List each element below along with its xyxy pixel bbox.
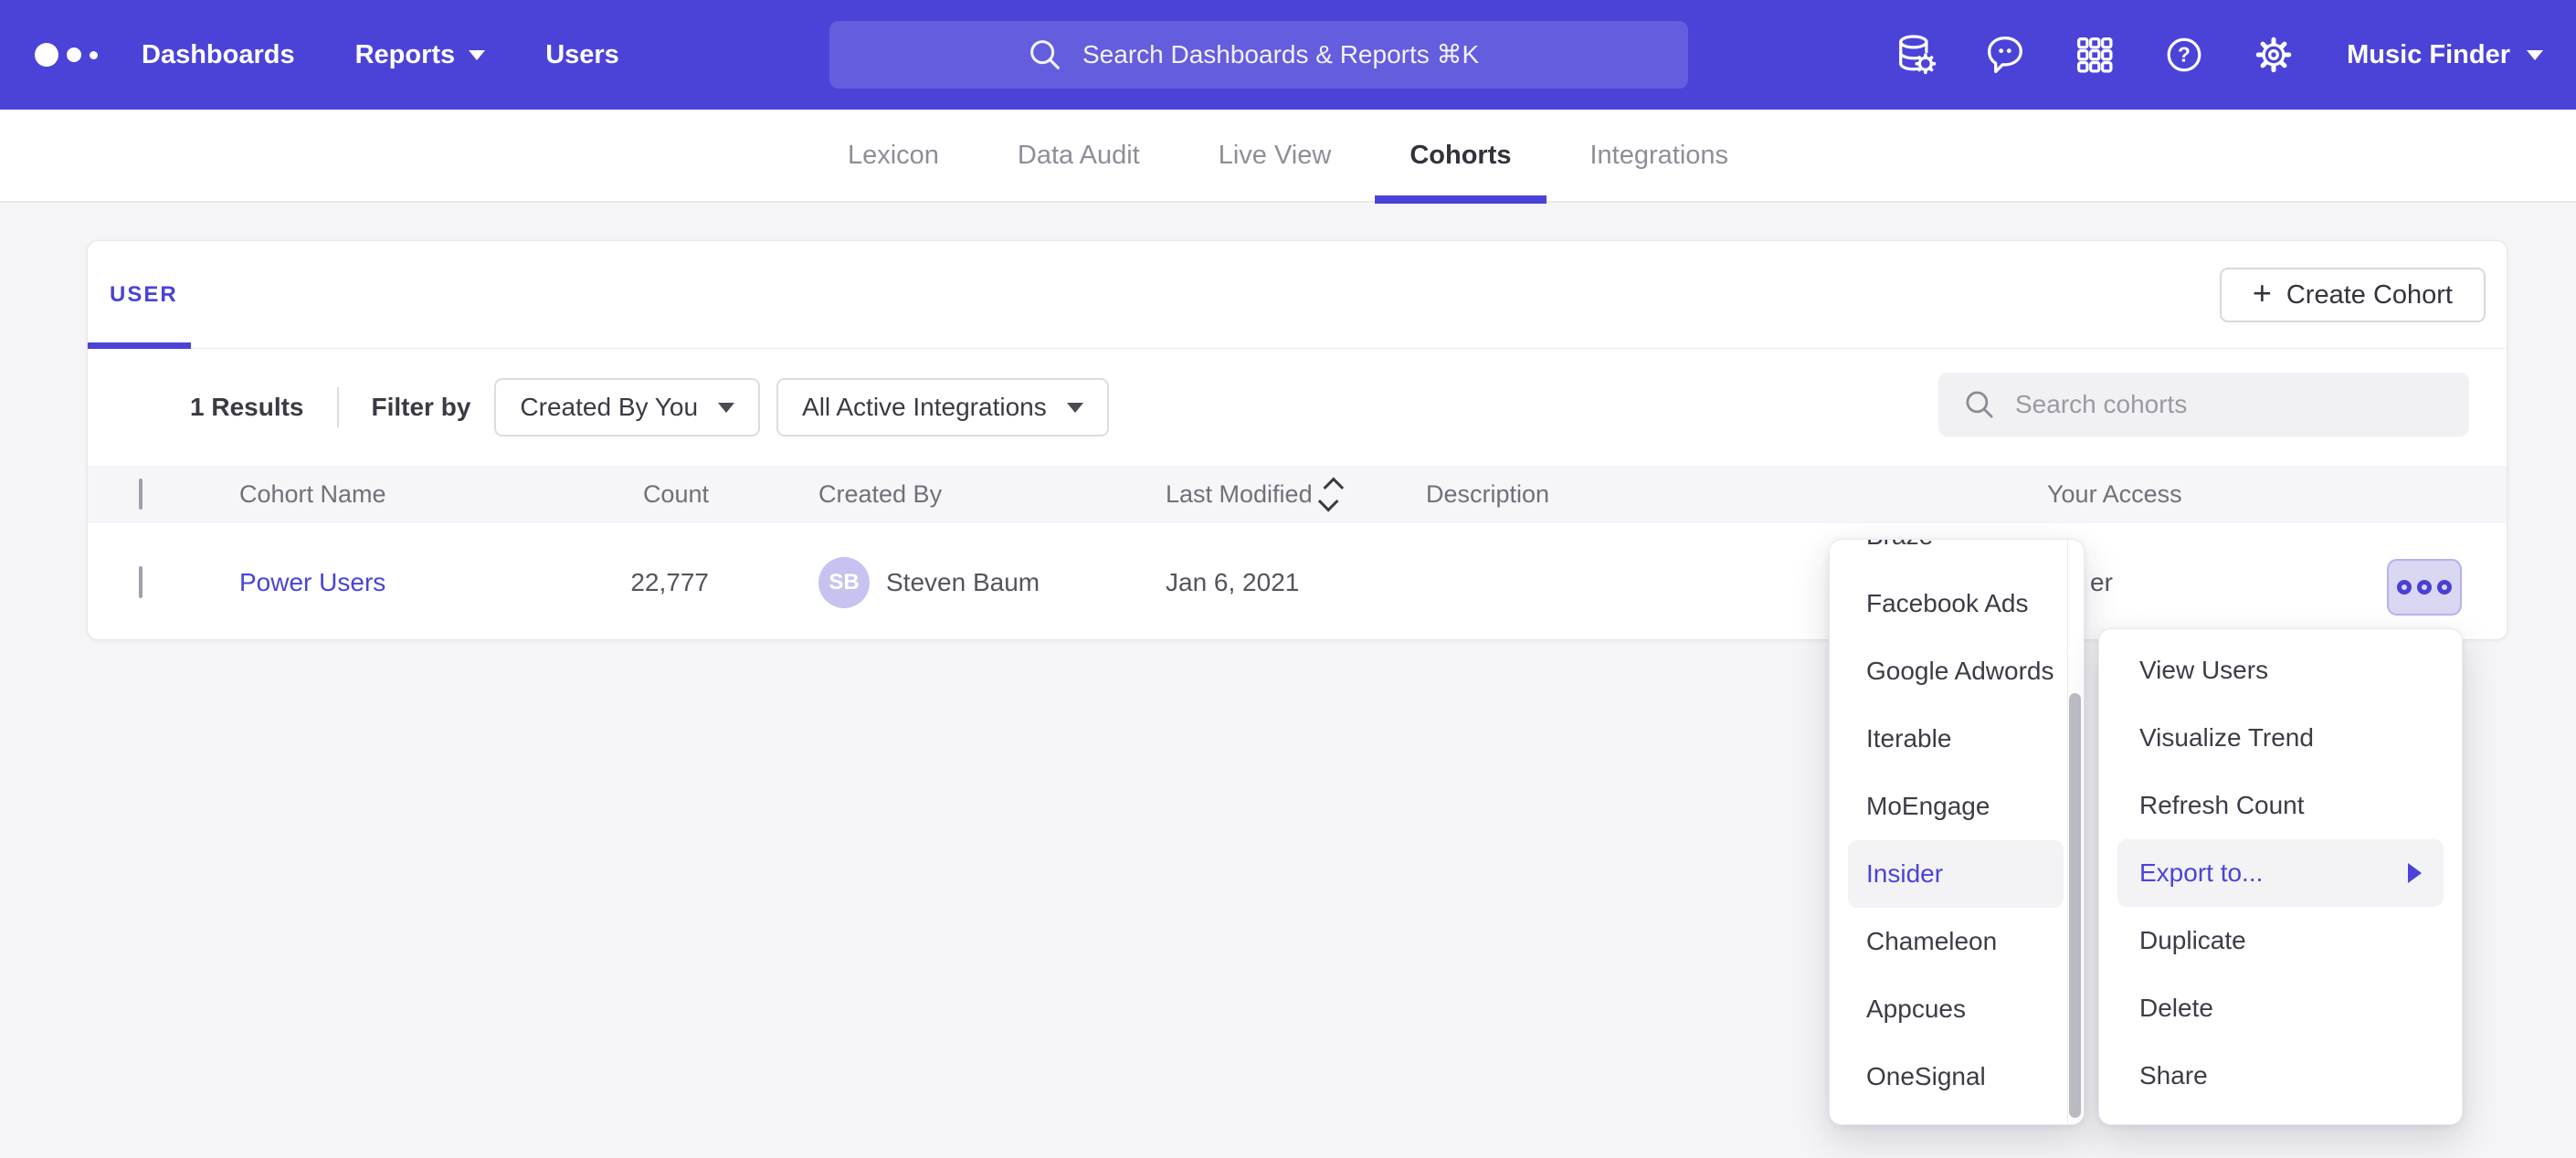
- scrollbar-thumb[interactable]: [2069, 693, 2081, 1118]
- data-settings-icon: [1892, 31, 1939, 79]
- column-header-last-modified[interactable]: Last Modified: [1166, 478, 1426, 511]
- menu-item-facebook-ads[interactable]: Facebook Ads: [1830, 570, 2084, 637]
- created-by-cell: SB Steven Baum: [818, 557, 1166, 608]
- subnav-tabs: Lexicon Data Audit Live View Cohorts Int…: [813, 109, 1763, 202]
- menu-item-braze[interactable]: Braze: [1830, 539, 2084, 570]
- filter-by-label: Filter by: [372, 393, 471, 422]
- table-header-row: Cohort Name Count Created By Last Modifi…: [88, 466, 2507, 523]
- menu-item-duplicate[interactable]: Duplicate: [2099, 907, 2462, 974]
- global-search-input[interactable]: [1082, 40, 1494, 69]
- tab-integrations[interactable]: Integrations: [1556, 109, 1764, 202]
- table-row: Power Users 22,777 SB Steven Baum Jan 6,…: [88, 523, 2507, 640]
- chevron-down-icon: [469, 50, 485, 60]
- row-actions-cell: [2266, 523, 2507, 640]
- cohort-name-link[interactable]: Power Users: [239, 568, 385, 596]
- tab-live-view[interactable]: Live View: [1184, 109, 1367, 202]
- active-tab-underline: [1375, 195, 1546, 204]
- sort-icon: [1324, 478, 1338, 511]
- more-dot-icon: [2397, 580, 2412, 595]
- filter-integrations-dropdown[interactable]: All Active Integrations: [776, 378, 1109, 437]
- menu-item-chameleon[interactable]: Chameleon: [1830, 908, 2084, 975]
- more-dot-icon: [2437, 580, 2452, 595]
- chevron-down-icon: [1067, 403, 1083, 413]
- filter-toolbar: 1 Results Filter by Created By You All A…: [88, 349, 2507, 466]
- divider: [337, 387, 339, 427]
- search-icon: [1024, 34, 1066, 76]
- plus-icon: +: [2253, 277, 2272, 310]
- feedback-button[interactable]: [1981, 31, 2029, 79]
- menu-item-appcues[interactable]: Appcues: [1830, 975, 2084, 1043]
- search-icon: [1960, 385, 1999, 424]
- project-name: Music Finder: [2347, 40, 2510, 70]
- chevron-down-icon: [2527, 50, 2543, 60]
- menu-item-export-to[interactable]: Export to...: [2117, 839, 2444, 907]
- menu-item-refresh-count[interactable]: Refresh Count: [2099, 772, 2462, 839]
- settings-button[interactable]: [2250, 31, 2297, 79]
- help-icon: ?: [2160, 31, 2208, 79]
- column-header-count: Count: [605, 480, 818, 509]
- cohort-count: 22,777: [605, 568, 818, 597]
- secondary-navbar: Lexicon Data Audit Live View Cohorts Int…: [0, 110, 2576, 203]
- column-header-cohort-name: Cohort Name: [239, 480, 605, 509]
- topnav-links: Dashboards Reports Users: [142, 40, 619, 70]
- created-by-name: Steven Baum: [886, 568, 1040, 597]
- nav-item-reports[interactable]: Reports: [355, 40, 486, 70]
- cohort-type-tab-row: USER + Create Cohort: [88, 241, 2507, 349]
- nav-item-dashboards[interactable]: Dashboards: [142, 40, 295, 70]
- cohort-search-input[interactable]: [2015, 390, 2447, 419]
- more-dot-icon: [2417, 580, 2432, 595]
- filter-created-by-dropdown[interactable]: Created By You: [494, 378, 760, 437]
- project-switcher[interactable]: Music Finder: [2347, 40, 2543, 70]
- row-checkbox[interactable]: [139, 566, 143, 598]
- column-header-your-access: Your Access: [2047, 480, 2266, 509]
- global-search-bar[interactable]: [829, 21, 1688, 89]
- nav-item-users[interactable]: Users: [545, 40, 619, 70]
- top-navbar: Dashboards Reports Users: [0, 0, 2576, 110]
- create-cohort-button[interactable]: + Create Cohort: [2220, 268, 2486, 322]
- scrollbar-track: [2067, 540, 2084, 1124]
- avatar: SB: [818, 557, 870, 608]
- menu-item-iterable[interactable]: Iterable: [1830, 705, 2084, 773]
- select-all-checkbox[interactable]: [139, 479, 143, 510]
- submenu-arrow-icon: [2408, 863, 2422, 883]
- menu-item-delete[interactable]: Delete: [2099, 974, 2462, 1042]
- menu-item-onesignal[interactable]: OneSignal: [1830, 1043, 2084, 1111]
- column-header-created-by: Created By: [818, 480, 1166, 509]
- apps-grid-button[interactable]: [2071, 31, 2118, 79]
- menu-item-moengage[interactable]: MoEngage: [1830, 773, 2084, 840]
- mixpanel-logo-icon[interactable]: [35, 0, 98, 110]
- data-settings-button[interactable]: [1892, 31, 1939, 79]
- apps-grid-icon: [2071, 31, 2118, 79]
- export-to-submenu: Braze Facebook Ads Google Adwords Iterab…: [1829, 539, 2085, 1125]
- cohorts-card: USER + Create Cohort 1 Results Filter by…: [87, 240, 2507, 640]
- tab-cohorts[interactable]: Cohorts: [1375, 109, 1546, 202]
- more-actions-button[interactable]: [2387, 559, 2462, 616]
- help-button[interactable]: ?: [2160, 31, 2208, 79]
- chevron-down-icon: [718, 403, 734, 413]
- results-count: 1 Results: [190, 393, 304, 422]
- settings-icon: [2250, 31, 2297, 79]
- cohort-search-bar[interactable]: [1938, 373, 2469, 437]
- topnav-right-cluster: ? Music Finder: [1892, 31, 2543, 79]
- row-actions-menu: View Users Visualize Trend Refresh Count…: [2098, 628, 2463, 1125]
- tab-user-cohorts[interactable]: USER: [110, 241, 178, 349]
- svg-text:?: ?: [2178, 43, 2191, 67]
- menu-item-insider[interactable]: Insider: [1848, 840, 2064, 908]
- last-modified-date: Jan 6, 2021: [1166, 568, 1426, 597]
- user-tab-underline: [88, 342, 191, 349]
- menu-item-google-adwords[interactable]: Google Adwords: [1830, 637, 2084, 705]
- column-header-description: Description: [1426, 480, 2047, 509]
- menu-item-view-users[interactable]: View Users: [2099, 637, 2462, 704]
- menu-item-visualize-trend[interactable]: Visualize Trend: [2099, 704, 2462, 772]
- tab-lexicon[interactable]: Lexicon: [813, 109, 974, 202]
- feedback-icon: [1981, 31, 2029, 79]
- menu-item-share[interactable]: Share: [2099, 1042, 2462, 1110]
- tab-data-audit[interactable]: Data Audit: [983, 109, 1175, 202]
